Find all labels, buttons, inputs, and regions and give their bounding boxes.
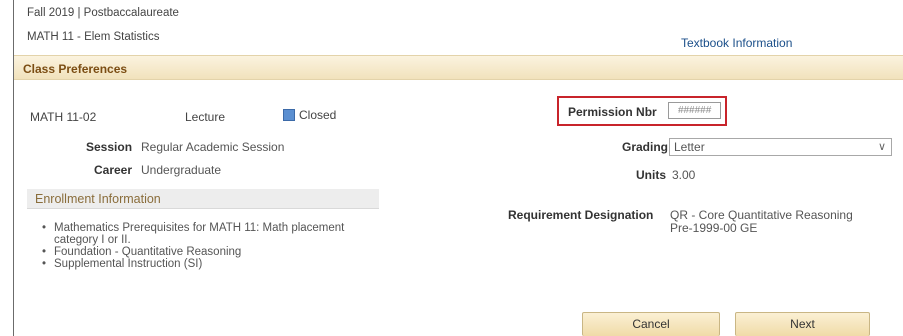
class-component: Lecture (185, 110, 226, 124)
requirement-designation-value: QR - Core Quantitative Reasoning Pre-199… (670, 209, 890, 235)
list-item: Supplemental Instruction (SI) (40, 258, 360, 270)
closed-status-icon (283, 109, 295, 121)
class-preferences-header: Class Preferences (14, 55, 903, 80)
career-value: Undergraduate (141, 163, 222, 177)
term-label: Fall 2019 | Postbaccalaureate (27, 7, 179, 19)
session-label: Session (86, 140, 133, 154)
list-item: Mathematics Prerequisites for MATH 11: M… (40, 222, 360, 246)
class-status: Closed (283, 108, 336, 122)
enrollment-info-header: Enrollment Information (27, 189, 379, 209)
requirement-line-2: Pre-1999-00 GE (670, 221, 758, 235)
permission-number-input[interactable]: ###### (668, 102, 721, 119)
requirement-designation-label: Requirement Designation (508, 208, 654, 222)
next-button[interactable]: Next (735, 312, 870, 336)
grading-label: Grading (622, 140, 669, 154)
grading-select[interactable]: Letter ∨ (669, 138, 892, 156)
status-text: Closed (299, 108, 337, 122)
session-value: Regular Academic Session (141, 140, 285, 154)
list-item: Foundation - Quantitative Reasoning (40, 246, 360, 258)
cancel-button[interactable]: Cancel (582, 312, 720, 336)
units-label: Units (636, 168, 666, 182)
enrollment-title: Enrollment Information (35, 192, 161, 206)
chevron-down-icon: ∨ (877, 141, 886, 153)
career-label: Career (94, 163, 133, 177)
textbook-info-link[interactable]: Textbook Information (681, 36, 792, 50)
enrollment-requirements-list: Mathematics Prerequisites for MATH 11: M… (40, 222, 360, 270)
permission-number-highlight: Permission Nbr ###### (557, 96, 727, 126)
permission-label: Permission Nbr (568, 105, 657, 119)
units-value: 3.00 (672, 168, 696, 182)
grading-value: Letter (674, 140, 705, 154)
course-title: MATH 11 - Elem Statistics (27, 31, 160, 43)
class-section: MATH 11-02 (30, 110, 97, 124)
section-title: Class Preferences (23, 62, 128, 76)
